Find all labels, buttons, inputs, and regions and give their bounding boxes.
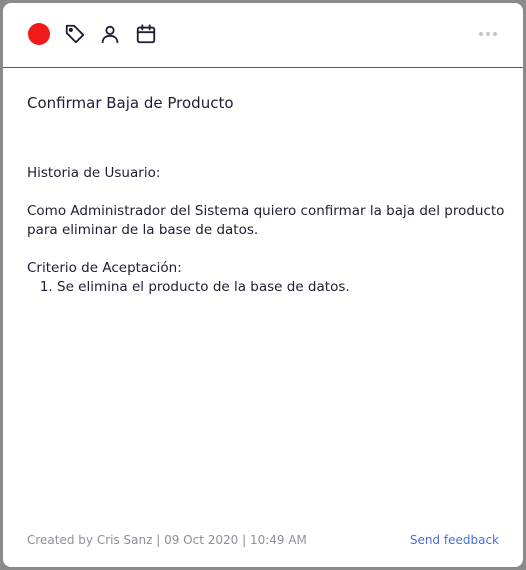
- criteria-list: Se elimina el producto de la base de dat…: [27, 278, 507, 297]
- color-picker-dot[interactable]: [28, 23, 50, 45]
- tag-icon[interactable]: [64, 23, 86, 45]
- criteria-heading: Criterio de Aceptación:: [27, 260, 182, 276]
- story-line-1: Como Administrador del Sistema quiero co…: [27, 203, 505, 219]
- card-toolbar: [3, 3, 523, 68]
- card-title[interactable]: Confirmar Baja de Producto: [27, 94, 234, 112]
- user-icon[interactable]: [99, 23, 121, 45]
- more-horizontal-icon[interactable]: [477, 25, 499, 43]
- card-description[interactable]: Historia de Usuario: Como Administrador …: [27, 164, 507, 297]
- criteria-item: Se elimina el producto de la base de dat…: [57, 278, 507, 297]
- created-meta: Created by Cris Sanz | 09 Oct 2020 | 10:…: [27, 533, 307, 547]
- story-line-2: para eliminar de la base de datos.: [27, 222, 259, 238]
- story-heading: Historia de Usuario:: [27, 165, 161, 181]
- send-feedback-link[interactable]: Send feedback: [410, 533, 499, 547]
- card: Confirmar Baja de Producto Historia de U…: [3, 3, 523, 567]
- calendar-icon[interactable]: [135, 23, 157, 45]
